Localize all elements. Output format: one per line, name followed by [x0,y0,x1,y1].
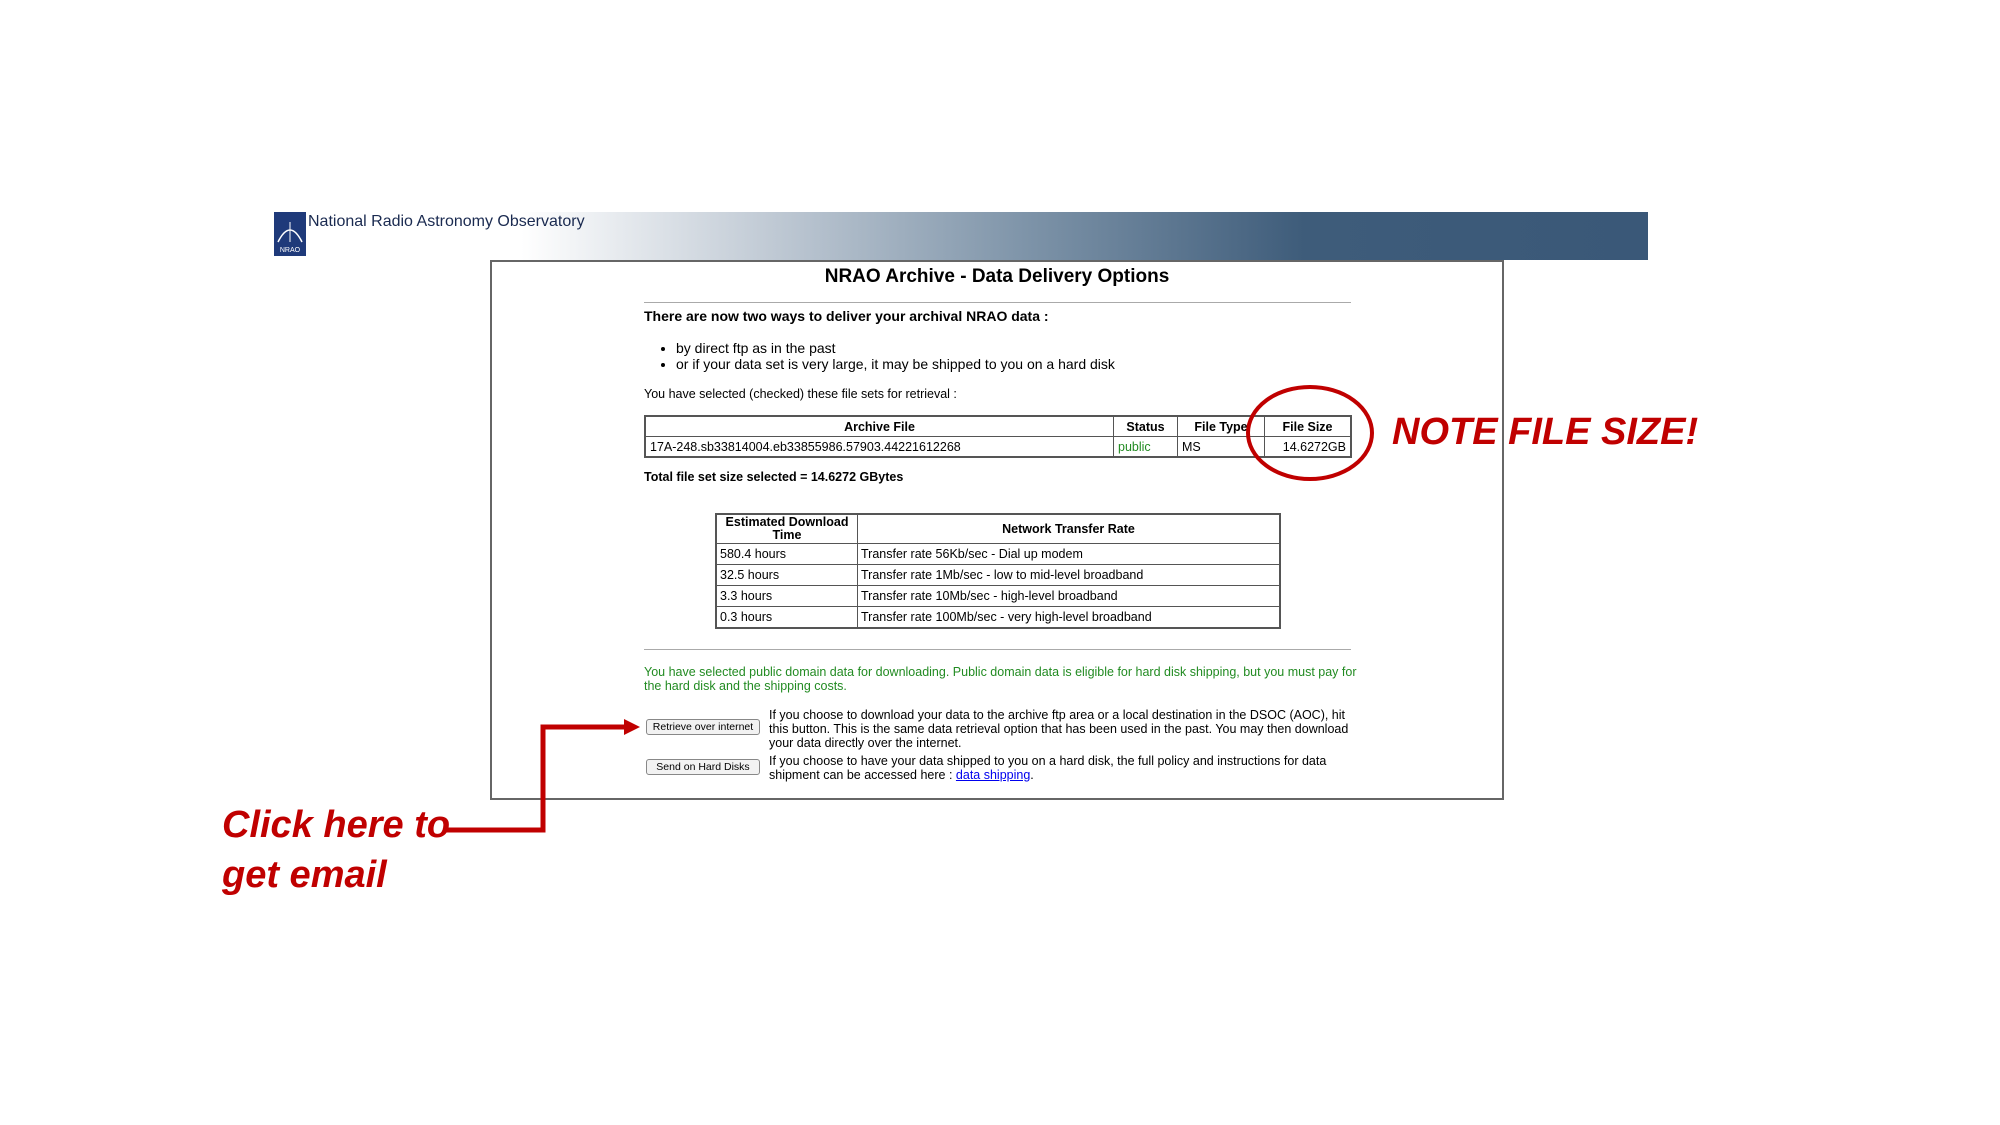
delivery-options-list: by direct ftp as in the past or if your … [644,340,1115,372]
click-here-label: Click here to get email [222,800,450,900]
table-header-row: Archive File Status File Type File Size [644,415,1352,437]
transfer-rate-cell: Transfer rate 100Mb/sec - very high-leve… [857,606,1281,629]
download-time-cell: 580.4 hours [715,543,858,565]
column-header: Network Transfer Rate [857,513,1281,544]
nrao-logo-icon: NRAO [274,212,306,256]
column-header: Estimated Download Time [715,513,858,544]
table-header-row: Estimated Download Time Network Transfer… [715,513,1281,544]
table-row: 580.4 hours Transfer rate 56Kb/sec - Dia… [715,543,1281,565]
download-time-cell: 32.5 hours [715,564,858,586]
logo-text: NRAO [280,247,301,254]
list-item: by direct ftp as in the past [676,340,1115,356]
hard-disk-text-end: . [1030,768,1034,782]
click-label-line2: get email [222,854,387,896]
download-time-cell: 3.3 hours [715,585,858,607]
data-shipping-link[interactable]: data shipping [956,768,1030,782]
file-type-cell: MS [1177,436,1265,458]
table-row: 3.3 hours Transfer rate 10Mb/sec - high-… [715,585,1281,607]
delivery-options-panel: NRAO Archive - Data Delivery Options The… [490,260,1504,800]
table-row: 0.3 hours Transfer rate 100Mb/sec - very… [715,606,1281,629]
page-title: NRAO Archive - Data Delivery Options [824,266,1170,287]
file-table: Archive File Status File Type File Size … [644,415,1352,458]
transfer-rate-cell: Transfer rate 1Mb/sec - low to mid-level… [857,564,1281,586]
download-time-cell: 0.3 hours [715,606,858,629]
intro-text: There are now two ways to deliver your a… [644,308,1049,324]
total-size-text: Total file set size selected = 14.6272 G… [644,470,904,484]
column-header: File Size [1264,415,1352,437]
selected-files-text: You have selected (checked) these file s… [644,387,957,401]
org-name: National Radio Astronomy Observatory [308,213,585,230]
retrieve-description: If you choose to download your data to t… [769,708,1349,750]
hard-disk-text: If you choose to have your data shipped … [769,754,1327,782]
column-header: Archive File [644,415,1114,437]
public-data-note: You have selected public domain data for… [644,665,1357,693]
list-item: or if your data set is very large, it ma… [676,356,1115,372]
file-size-cell: 14.6272GB [1264,436,1352,458]
send-on-hard-disks-button[interactable]: Send on Hard Disks [646,759,760,775]
click-label-line1: Click here to [222,804,451,846]
divider [644,302,1351,303]
note-file-size-label: NOTE FILE SIZE! [1392,411,1699,453]
column-header: Status [1113,415,1178,437]
table-row: 17A-248.sb33814004.eb33855986.57903.4422… [644,436,1352,458]
divider [644,649,1351,650]
transfer-rate-cell: Transfer rate 10Mb/sec - high-level broa… [857,585,1281,607]
hard-disk-description: If you choose to have your data shipped … [769,754,1364,782]
status-cell: public [1113,436,1178,458]
retrieve-over-internet-button[interactable]: Retrieve over internet [646,719,760,735]
column-header: File Type [1177,415,1265,437]
archive-file-cell: 17A-248.sb33814004.eb33855986.57903.4422… [644,436,1114,458]
transfer-rate-cell: Transfer rate 56Kb/sec - Dial up modem [857,543,1281,565]
table-row: 32.5 hours Transfer rate 1Mb/sec - low t… [715,564,1281,586]
transfer-rate-table: Estimated Download Time Network Transfer… [715,513,1281,629]
